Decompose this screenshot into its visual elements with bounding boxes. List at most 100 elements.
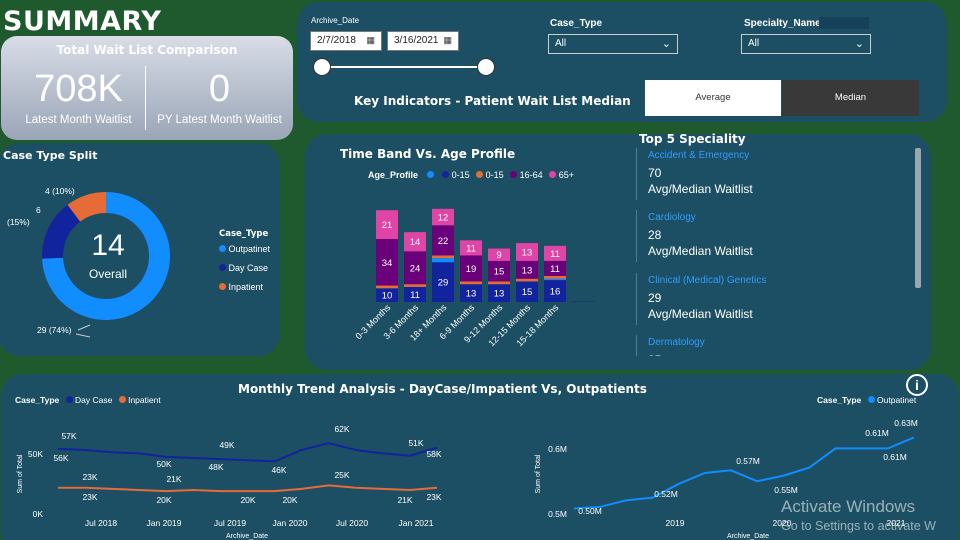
date-to-input[interactable]: 3/16/2021 ▦ <box>387 31 459 51</box>
legend-inpatient[interactable]: Inpatient <box>219 282 263 292</box>
point-label: 20K <box>240 495 255 505</box>
legend-outpatient-label: Outpatinet <box>228 244 271 254</box>
point-label: 23K <box>82 492 97 502</box>
outpatient-leader-line <box>77 324 91 331</box>
top5-item[interactable]: Cardiology 28 Avg/Median Waitlist <box>636 210 886 262</box>
specialty-name: Dermatology <box>648 337 705 348</box>
trend-line-day-case[interactable] <box>57 442 438 463</box>
bar-data-label: 29 <box>438 278 449 289</box>
bar-data-label: 11 <box>466 243 476 254</box>
date-slider-end-handle[interactable] <box>477 58 495 76</box>
bar-segment[interactable] <box>432 258 454 263</box>
point-label: 0.57M <box>736 456 760 466</box>
bar-segment[interactable] <box>544 278 566 281</box>
top5-scrollbar[interactable] <box>915 148 921 288</box>
bar-data-label: 12 <box>438 213 449 224</box>
date-from-input[interactable]: 2/7/2018 ▦ <box>310 31 382 51</box>
point-label: 48K <box>208 462 223 472</box>
point-label: 50K <box>156 459 171 469</box>
specialty-name: Cardiology <box>648 212 696 223</box>
point-label: 25K <box>334 470 349 480</box>
bar-data-label: 11 <box>410 290 420 301</box>
bar-data-label: 13 <box>494 289 505 300</box>
point-label: 0.52M <box>654 489 678 499</box>
activate-windows-watermark: Activate Windows Go to Settings to activ… <box>781 497 936 533</box>
legend-dot-icon <box>219 245 226 252</box>
x-axis-label: Archive_Date <box>727 533 769 540</box>
bar-data-label: 15 <box>494 267 505 278</box>
bar-data-label: 14 <box>410 237 421 248</box>
bar-data-label: 22 <box>438 236 449 247</box>
median-toggle-button[interactable]: Median <box>782 80 919 116</box>
trend-line-inpatient[interactable] <box>58 484 438 493</box>
chevron-down-icon[interactable]: ⌄ <box>855 37 864 50</box>
x-tick-label: Jan 2020 <box>273 518 308 528</box>
legend-daycase[interactable]: Day Case <box>219 263 268 273</box>
inpatient-slice-label: 4 (10%) <box>45 186 75 196</box>
point-label: 0.61M <box>883 452 907 462</box>
legend-outpatient[interactable]: Outpatinet <box>219 244 270 254</box>
bar-segment[interactable] <box>488 281 510 285</box>
top5-item[interactable]: Dermatology 35 <box>636 335 886 356</box>
point-label: 46K <box>271 465 286 475</box>
case-type-dropdown[interactable]: All ⌄ <box>548 34 678 54</box>
time-band-stacked-bar-chart: 1034210-3 Months1124143-6 Months29221218… <box>354 208 594 348</box>
kpi-card: Total Wait List Comparison 708K Latest M… <box>1 36 293 140</box>
bar-data-label: 9 <box>496 250 501 261</box>
specialty-value-label: Avg/Median Waitlist <box>648 307 753 321</box>
bar-data-label: 10 <box>382 291 393 302</box>
calendar-icon[interactable]: ▦ <box>366 35 375 46</box>
bar-segment[interactable] <box>404 284 426 287</box>
bar-data-label: 13 <box>522 265 533 276</box>
average-toggle-button[interactable]: Average <box>645 80 781 116</box>
point-label: 56K <box>53 453 68 463</box>
point-label: 57K <box>61 431 76 441</box>
y-tick-label: 0.6M <box>548 444 567 454</box>
time-band-panel: Time Band Vs. Age Profile Age_Profile 0-… <box>305 132 931 370</box>
x-tick-label: Jul 2020 <box>336 518 368 528</box>
point-label: 0.63M <box>894 418 918 428</box>
date-slider-track[interactable] <box>322 66 487 68</box>
watermark-line1: Activate Windows <box>781 497 916 516</box>
chevron-down-icon[interactable]: ⌄ <box>662 37 671 50</box>
key-indicators-title: Key Indicators - Patient Wait List Media… <box>354 94 631 108</box>
point-label: 20K <box>282 495 297 505</box>
specialty-dropdown[interactable]: All ⌄ <box>741 34 871 54</box>
bar-segment[interactable] <box>516 278 538 282</box>
top5-item[interactable]: Clinical (Medical) Genetics 29 Avg/Media… <box>636 273 886 325</box>
inpatient-leader-line <box>75 333 91 338</box>
point-label: 23K <box>426 492 441 502</box>
specialty-value: 35 <box>648 353 886 356</box>
point-label: 0.50M <box>578 506 602 516</box>
bar-data-label: 11 <box>550 249 560 260</box>
py-month-label: PY Latest Month Waitlist <box>157 114 282 126</box>
y-tick-label: 0K <box>33 509 44 519</box>
py-month-value: 0 <box>208 68 231 110</box>
point-label: 51K <box>408 438 423 448</box>
bar-segment[interactable] <box>376 285 398 289</box>
x-tick-label: Jul 2019 <box>214 518 246 528</box>
point-label: 23K <box>82 472 97 482</box>
legend-inpatient-label: Inpatient <box>228 282 264 292</box>
bar-segment[interactable] <box>544 275 566 279</box>
average-toggle-label: Average <box>695 92 731 103</box>
x-tick-label: Jul 2018 <box>85 518 117 528</box>
specialty-value-label: Avg/Median Waitlist <box>648 182 753 196</box>
bar-segment[interactable] <box>460 281 482 285</box>
specialty-value: 29 <box>648 291 662 305</box>
case-type-split-panel: Case Type Split 14 Overall 4 (10%) 6 (15… <box>0 143 280 356</box>
point-label: 49K <box>219 440 234 450</box>
donut-center-label: Overall <box>88 267 127 281</box>
filters-panel: Archive_Date 2/7/2018 ▦ 3/16/2021 ▦ Case… <box>297 2 947 122</box>
legend-dot-icon <box>219 264 226 271</box>
legend-dot-icon <box>219 283 226 290</box>
x-tick-label: Jan 2019 <box>147 518 182 528</box>
bar-data-label: 11 <box>550 264 560 275</box>
bar-segment[interactable] <box>432 255 454 259</box>
y-tick-label: 0.5M <box>548 509 567 519</box>
date-slider-start-handle[interactable] <box>313 58 331 76</box>
case-type-filter-label: Case_Type <box>550 18 603 29</box>
calendar-icon[interactable]: ▦ <box>443 35 452 46</box>
y-tick-label: 50K <box>28 449 43 459</box>
top5-item[interactable]: Accident & Emergency 70 Avg/Median Waitl… <box>636 148 886 200</box>
